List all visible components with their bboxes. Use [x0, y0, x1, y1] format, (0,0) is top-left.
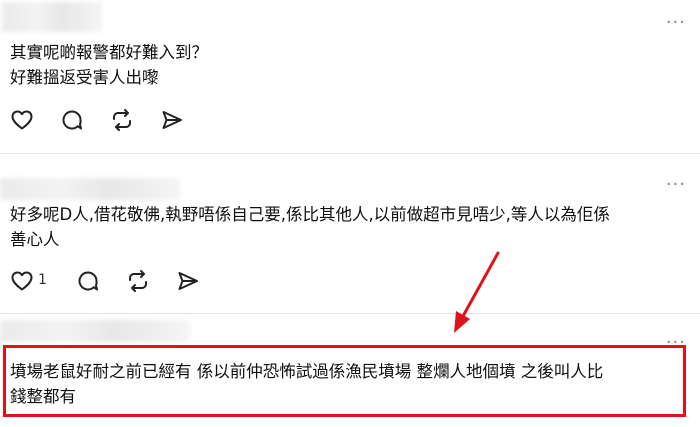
- repost-button[interactable]: [126, 269, 150, 293]
- comment-icon: [62, 110, 82, 130]
- post-text: 其實呢啲報警都好難入到？ 好難搵返受害人出嚟: [10, 40, 686, 90]
- share-button[interactable]: [176, 269, 200, 293]
- repost-icon: [129, 270, 147, 292]
- post-actions: [10, 108, 210, 132]
- post-text-line: 善心人: [10, 230, 60, 249]
- like-button[interactable]: 1: [10, 269, 47, 293]
- post-text-line: 好難搵返受害人出嚟: [10, 68, 159, 87]
- post-text-line: 好多呢D人,借花敬佛,執野唔係自己要,係比其他人,以前做超市見唔少,等人以為佢係: [10, 205, 610, 224]
- heart-icon: [11, 271, 33, 291]
- post-1: ··· 其實呢啲報警都好難入到？ 好難搵返受害人出嚟: [0, 0, 700, 150]
- post-actions: 1: [10, 269, 226, 293]
- send-icon: [162, 111, 182, 129]
- share-button[interactable]: [160, 108, 184, 132]
- repost-button[interactable]: [110, 108, 134, 132]
- like-count: 1: [38, 272, 47, 288]
- more-options-icon[interactable]: ···: [666, 176, 686, 194]
- comment-icon: [78, 271, 98, 291]
- post-2: ··· 好多呢D人,借花敬佛,執野唔係自己要,係比其他人,以前做超市見唔少,等人…: [0, 154, 700, 314]
- more-options-icon[interactable]: ···: [666, 14, 686, 32]
- post-text: 好多呢D人,借花敬佛,執野唔係自己要,係比其他人,以前做超市見唔少,等人以為佢係…: [10, 202, 686, 252]
- reply-button[interactable]: [60, 108, 84, 132]
- reply-button[interactable]: [76, 269, 100, 293]
- blurred-username: [2, 2, 102, 32]
- blurred-username: [0, 178, 180, 200]
- blurred-username: [0, 320, 190, 342]
- heart-icon: [11, 110, 33, 130]
- repost-icon: [113, 109, 131, 131]
- send-icon: [178, 272, 198, 290]
- like-button[interactable]: [10, 108, 34, 132]
- highlight-box: [3, 345, 686, 417]
- post-text-line: 其實呢啲報警都好難入到？: [10, 43, 208, 62]
